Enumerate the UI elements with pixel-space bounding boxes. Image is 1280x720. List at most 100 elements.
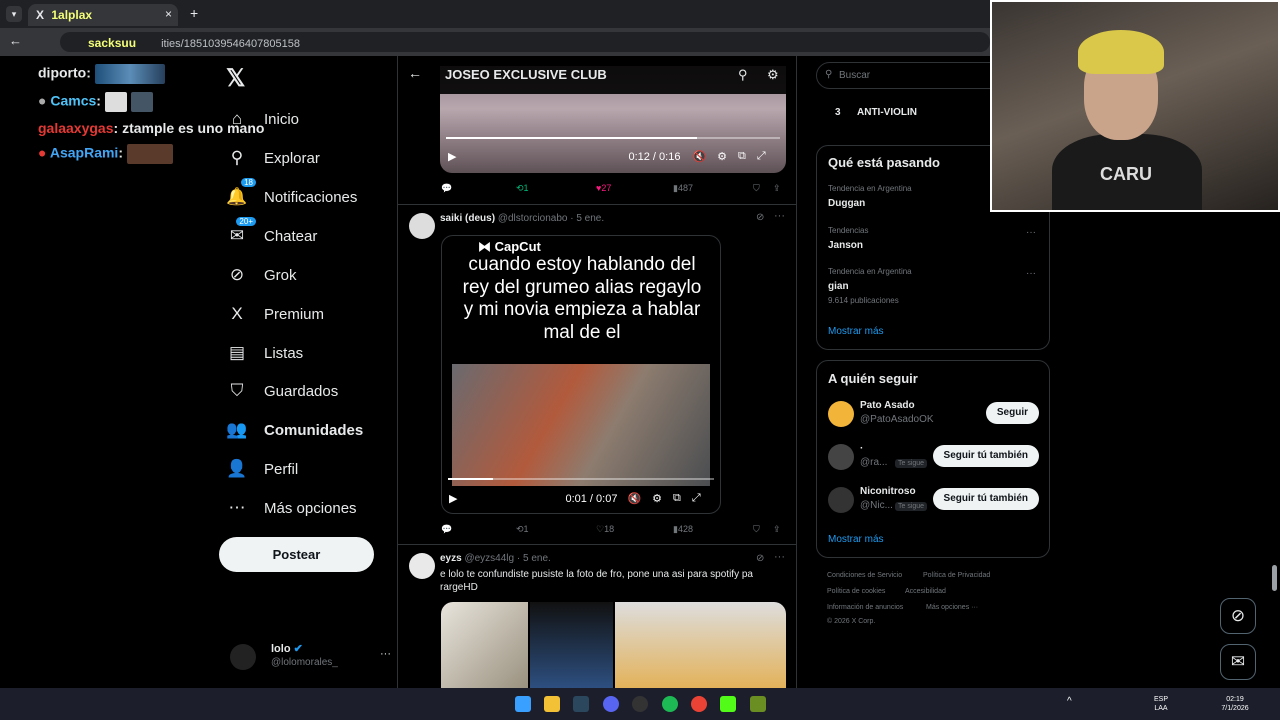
avatar[interactable]: [409, 213, 435, 239]
grok-icon[interactable]: ⊘: [756, 553, 764, 564]
messages-float-icon[interactable]: ✉: [1220, 644, 1256, 680]
footer-link[interactable]: Condiciones de Servicio: [827, 572, 902, 579]
tweet-video[interactable]: ⧓ CapCut cuando estoy hablando del rey d…: [441, 235, 721, 514]
follow-show-more-link[interactable]: Mostrar más: [828, 534, 884, 545]
account-switcher[interactable]: lolo ✔ @lolomorales_ ···: [230, 642, 391, 678]
scrollbar[interactable]: [1272, 565, 1277, 591]
nav-item-perfil[interactable]: 👤 Perfil: [226, 459, 298, 479]
nav-item-grok[interactable]: ⊘ Grok: [226, 265, 297, 285]
nav-item-guardados[interactable]: ⛉ Guardados: [226, 381, 339, 401]
nav-item-inicio[interactable]: ⌂ Inicio: [226, 109, 299, 129]
fullscreen-icon[interactable]: ⤢: [692, 492, 701, 505]
tweet-image[interactable]: [615, 602, 786, 688]
trends-show-more-link[interactable]: Mostrar más: [828, 326, 884, 337]
pip-icon[interactable]: ⧉: [738, 150, 746, 163]
like-button[interactable]: ♥ 27: [596, 183, 611, 193]
discord-icon[interactable]: [603, 696, 619, 712]
chrome-icon[interactable]: [691, 696, 707, 712]
clock[interactable]: 02:19 7/1/2026: [1212, 695, 1258, 713]
views-count[interactable]: ▮ 487: [673, 183, 693, 194]
follow-handle[interactable]: @Nic...: [860, 500, 893, 511]
mute-icon[interactable]: 🔇: [627, 492, 641, 505]
tweet-handle[interactable]: @eyzs44lg: [464, 553, 514, 564]
windows-start-icon[interactable]: [515, 696, 531, 712]
address-bar[interactable]: sacksuu ities/1851039546407805158: [60, 32, 990, 52]
kick-icon[interactable]: [720, 696, 736, 712]
more-icon[interactable]: ···: [774, 551, 785, 563]
follow-button[interactable]: Seguir tú también: [932, 445, 1039, 467]
avatar[interactable]: [828, 444, 854, 470]
bookmark-icon[interactable]: ⛉: [753, 524, 760, 535]
tweet-image[interactable]: [530, 602, 613, 688]
steam-icon[interactable]: [573, 696, 589, 712]
avatar[interactable]: [828, 401, 854, 427]
follow-button[interactable]: Seguir: [985, 402, 1039, 424]
footer-link[interactable]: Más opciones ···: [926, 604, 978, 611]
tweet-date[interactable]: · 5 ene.: [517, 553, 551, 564]
footer-link[interactable]: Accesibilidad: [905, 588, 946, 595]
back-arrow-icon[interactable]: ←: [9, 33, 22, 48]
trend-name[interactable]: Janson: [828, 240, 863, 251]
nav-item-listas[interactable]: ▤ Listas: [226, 343, 303, 363]
tweet-author[interactable]: eyzs: [440, 553, 462, 564]
back-arrow-icon[interactable]: ←: [408, 65, 422, 81]
avatar[interactable]: [409, 553, 435, 579]
footer-link[interactable]: Información de anuncios: [827, 604, 903, 611]
nav-item-más-opciones[interactable]: ⋯ Más opciones: [226, 498, 357, 518]
settings-icon[interactable]: ⚙: [652, 492, 662, 505]
more-icon[interactable]: ···: [380, 648, 391, 660]
follow-button[interactable]: Seguir tú también: [932, 488, 1039, 510]
nav-item-chatear[interactable]: ✉ 20+ Chatear: [226, 217, 317, 246]
mute-icon[interactable]: 🔇: [692, 150, 706, 163]
like-button[interactable]: ♡ 18: [596, 524, 614, 535]
nav-item-explorar[interactable]: ⚲ Explorar: [226, 148, 320, 168]
more-icon[interactable]: ···: [1026, 227, 1036, 238]
file-explorer-icon[interactable]: [544, 696, 560, 712]
x-logo-icon[interactable]: 𝕏: [226, 64, 245, 93]
avatar[interactable]: [828, 487, 854, 513]
new-tab-button[interactable]: +: [190, 5, 198, 21]
video-progress-bar[interactable]: [446, 137, 780, 139]
nav-item-notificaciones[interactable]: 🔔 18 Notificaciones: [226, 178, 357, 207]
follow-name[interactable]: Niconitroso: [860, 486, 916, 497]
app-icon[interactable]: [750, 696, 766, 712]
trend-name[interactable]: Duggan: [828, 198, 865, 209]
trend-name[interactable]: gian: [828, 281, 849, 292]
trend-context[interactable]: Tendencia en Argentina: [828, 267, 912, 276]
gear-icon[interactable]: ⚙: [767, 67, 779, 83]
tweet-date[interactable]: · 5 ene.: [570, 213, 604, 224]
views-count[interactable]: ▮ 428: [673, 524, 693, 535]
footer-link[interactable]: Política de Privacidad: [923, 572, 990, 579]
pip-icon[interactable]: ⧉: [673, 492, 681, 505]
retweet-button[interactable]: ⟲ 1: [516, 183, 529, 194]
spotify-icon[interactable]: [662, 696, 678, 712]
tweet-image[interactable]: [441, 602, 528, 688]
search-icon[interactable]: ⚲: [738, 67, 748, 83]
grok-float-icon[interactable]: ⊘: [1220, 598, 1256, 634]
more-icon[interactable]: ···: [774, 210, 785, 222]
play-icon[interactable]: ▶: [448, 150, 456, 163]
retweet-button[interactable]: ⟲ 1: [516, 524, 529, 535]
more-icon[interactable]: ···: [1026, 268, 1036, 279]
grok-icon[interactable]: ⊘: [756, 212, 764, 223]
tweet-handle[interactable]: @dlstorcionabo: [498, 213, 568, 224]
follow-handle[interactable]: @PatoAsadoOK: [860, 414, 934, 425]
bookmark-icon[interactable]: ⛉: [753, 183, 760, 194]
share-icon[interactable]: ⇪: [773, 524, 781, 535]
trend-context[interactable]: Tendencias: [828, 226, 868, 235]
follow-name[interactable]: Pato Asado: [860, 400, 915, 411]
tweet-author[interactable]: saiki (deus): [440, 213, 495, 224]
fullscreen-icon[interactable]: ⤢: [757, 150, 766, 163]
reply-icon[interactable]: 💬: [441, 524, 452, 535]
language-indicator[interactable]: ESP LAA: [1150, 695, 1172, 713]
tray-chevron-icon[interactable]: ^: [1067, 696, 1072, 707]
settings-icon[interactable]: ⚙: [717, 150, 727, 163]
play-icon[interactable]: ▶: [449, 492, 457, 505]
footer-link[interactable]: Política de cookies: [827, 588, 885, 595]
share-icon[interactable]: ⇪: [773, 183, 781, 194]
follow-name[interactable]: ·: [860, 443, 863, 454]
post-button[interactable]: Postear: [219, 537, 374, 572]
reply-icon[interactable]: 💬: [441, 183, 452, 194]
follow-handle[interactable]: @ra...: [860, 457, 887, 468]
browser-tab[interactable]: X 1alplax ×: [28, 4, 178, 26]
